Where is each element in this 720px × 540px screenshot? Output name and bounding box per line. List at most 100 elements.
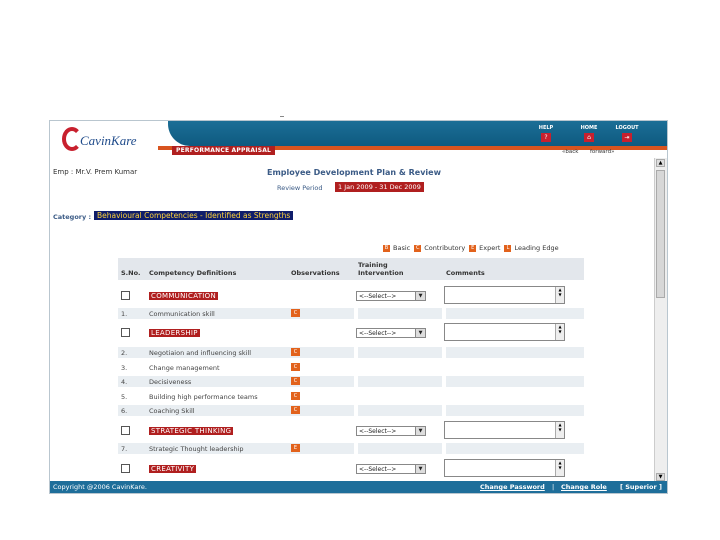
chevron-down-icon[interactable]: ▼: [415, 427, 425, 435]
legend-label: Contributory: [424, 244, 466, 252]
legend: B Basic C Contributory E Expert L Leading Ed…: [383, 244, 563, 252]
comments-textarea[interactable]: ▲ ▼: [444, 286, 565, 304]
observation-badge: C: [291, 363, 300, 371]
legend-label: Basic: [393, 244, 411, 252]
group-communication: COMMUNICATION <--Select--> ▼ ▲ ▼: [118, 285, 584, 307]
forward-link[interactable]: forward»: [590, 149, 614, 155]
table-header: S.No. Competency Definitions Observation…: [118, 258, 584, 280]
logo-text: CavinKare: [80, 133, 137, 148]
app-window: CavinKare PERFORMANCE APPRAISAL HELP ? H…: [49, 120, 668, 494]
app-title: PERFORMANCE APPRAISAL: [172, 146, 276, 155]
legend-item: E Expert: [469, 244, 500, 252]
header-competency: Competency Definitions: [149, 269, 237, 277]
observation-badge: C: [291, 406, 300, 414]
footer-separator: |: [552, 483, 555, 491]
legend-item: L Leading Edge: [504, 244, 559, 252]
table-row: 4. Decisiveness C: [118, 376, 584, 387]
group-checkbox[interactable]: [121, 426, 130, 435]
select-value: <--Select-->: [359, 330, 397, 337]
group-checkbox[interactable]: [121, 464, 130, 473]
textarea-scrollbar[interactable]: ▲ ▼: [555, 422, 564, 438]
scroll-up-icon[interactable]: ▲: [656, 159, 665, 167]
nav-help-label[interactable]: HELP: [532, 125, 560, 131]
group-title: STRATEGIC THINKING: [149, 427, 234, 435]
legend-label: Leading Edge: [514, 244, 559, 252]
select-value: <--Select-->: [359, 293, 397, 300]
row-sno: 6.: [121, 407, 128, 415]
textarea-scrollbar[interactable]: ▲ ▼: [555, 460, 564, 476]
logout-icon[interactable]: ⇥: [622, 133, 632, 142]
observation-badge: C: [291, 392, 300, 400]
textarea-scrollbar[interactable]: ▲ ▼: [555, 324, 564, 340]
table-row: 1. Communication skill C: [118, 308, 584, 319]
column-gap: [354, 405, 358, 416]
table-row: 7. Strategic Thought leadership E: [118, 443, 584, 454]
observation-badge: C: [291, 348, 300, 356]
chevron-down-icon[interactable]: ▼: [415, 465, 425, 473]
row-sno: 3.: [121, 364, 128, 372]
legend-leading-edge-icon: L: [504, 244, 512, 252]
comments-textarea[interactable]: ▲ ▼: [444, 459, 565, 477]
row-sno: 7.: [121, 445, 128, 453]
legend-expert-icon: E: [469, 244, 477, 252]
scroll-down-icon[interactable]: ▼: [656, 473, 665, 481]
row-competency: Communication skill: [149, 310, 215, 318]
select-value: <--Select-->: [359, 428, 397, 435]
copyright: Copyright @2006 CavinKare.: [53, 483, 147, 491]
table-row: 2. Negotiaion and influencing skill C: [118, 347, 584, 358]
chevron-down-icon[interactable]: ▼: [415, 329, 425, 337]
row-competency: Building high performance teams: [149, 393, 258, 401]
training-select[interactable]: <--Select--> ▼: [356, 426, 426, 436]
legend-item: B Basic: [383, 244, 410, 252]
legend-contributory-icon: C: [414, 244, 422, 252]
group-leadership: LEADERSHIP <--Select--> ▼ ▲ ▼: [118, 322, 584, 344]
training-select[interactable]: <--Select--> ▼: [356, 291, 426, 301]
table-row: 6. Coaching Skill C: [118, 405, 584, 416]
column-gap: [442, 443, 446, 454]
review-period-label: Review Period: [277, 184, 323, 192]
legend-basic-icon: B: [383, 244, 390, 252]
column-gap: [354, 376, 358, 387]
table-row: 5. Building high performance teams C: [118, 391, 584, 402]
training-select[interactable]: <--Select--> ▼: [356, 464, 426, 474]
training-select[interactable]: <--Select--> ▼: [356, 328, 426, 338]
select-value: <--Select-->: [359, 466, 397, 473]
page-scrollbar[interactable]: ▲ ▼: [654, 158, 667, 484]
footer: Copyright @2006 CavinKare. Change Passwo…: [50, 481, 667, 493]
comments-textarea[interactable]: ▲ ▼: [444, 323, 565, 341]
header: CavinKare PERFORMANCE APPRAISAL HELP ? H…: [50, 121, 667, 158]
group-title: CREATIVITY: [149, 465, 197, 473]
comments-textarea[interactable]: ▲ ▼: [444, 421, 565, 439]
legend-item: C Contributory: [414, 244, 465, 252]
scrollbar-thumb[interactable]: [656, 170, 665, 298]
back-link[interactable]: «back: [562, 149, 578, 155]
row-sno: 2.: [121, 349, 128, 357]
change-password-link[interactable]: Change Password: [480, 483, 545, 491]
observation-badge: C: [291, 377, 300, 385]
header-comments: Comments: [446, 269, 485, 277]
top-divider: [280, 116, 284, 117]
chevron-down-icon[interactable]: ▼: [415, 292, 425, 300]
change-role-link[interactable]: Change Role: [561, 483, 607, 491]
column-gap: [354, 347, 358, 358]
table-row: 3. Change management C: [118, 362, 584, 373]
observation-badge: E: [291, 444, 300, 452]
row-sno: 5.: [121, 393, 128, 401]
header-observations: Observations: [291, 269, 340, 277]
group-checkbox[interactable]: [121, 328, 130, 337]
logo-mark-icon: [62, 127, 82, 151]
nav-logout-label[interactable]: LOGOUT: [613, 125, 641, 131]
home-icon[interactable]: ⌂: [584, 133, 594, 142]
header-training: Training Intervention: [358, 261, 404, 277]
observation-badge: C: [291, 309, 300, 317]
review-period-value: 1 Jan 2009 - 31 Dec 2009: [335, 182, 424, 192]
textarea-scrollbar[interactable]: ▲ ▼: [555, 287, 564, 303]
row-sno: 4.: [121, 378, 128, 386]
row-competency: Coaching Skill: [149, 407, 195, 415]
group-strategic-thinking: STRATEGIC THINKING <--Select--> ▼ ▲ ▼: [118, 420, 584, 442]
help-icon[interactable]: ?: [541, 133, 551, 142]
group-checkbox[interactable]: [121, 291, 130, 300]
column-gap: [442, 405, 446, 416]
nav-home-label[interactable]: HOME: [575, 125, 603, 131]
category-label: Category :: [53, 213, 92, 221]
